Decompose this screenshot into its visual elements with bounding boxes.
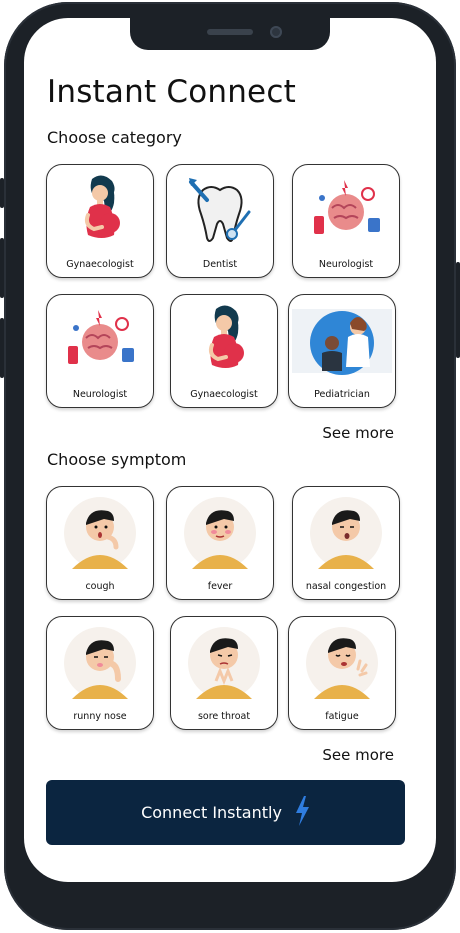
symptom-label: nasal congestion <box>305 581 387 592</box>
volume-up-button <box>0 238 4 298</box>
connect-instantly-label: Connect Instantly <box>141 803 282 822</box>
category-card-pediatrician[interactable]: Pediatrician <box>288 294 396 408</box>
symptom-card-cough[interactable]: cough <box>46 486 154 600</box>
volume-down-button <box>0 318 4 378</box>
symptom-label: fatigue <box>325 711 359 722</box>
lightning-bolt-icon <box>294 795 310 830</box>
pregnant-woman-icon <box>47 171 153 251</box>
fever-person-icon <box>167 493 273 573</box>
category-card-gynaecologist[interactable]: Gynaecologist <box>46 164 154 278</box>
category-card-dentist[interactable]: Dentist <box>166 164 274 278</box>
symptom-card-nasal-congestion[interactable]: nasal congestion <box>292 486 400 600</box>
brain-icon <box>47 301 153 381</box>
symptom-card-sore-throat[interactable]: sore throat <box>170 616 278 730</box>
symptom-card-runny-nose[interactable]: runny nose <box>46 616 154 730</box>
symptom-label: cough <box>85 581 115 592</box>
symptom-label: fever <box>207 581 233 592</box>
connect-instantly-button[interactable]: Connect Instantly <box>46 780 405 845</box>
notch <box>130 18 330 50</box>
tooth-icon <box>167 171 273 251</box>
see-more-categories-link[interactable]: See more <box>322 424 394 442</box>
runny-nose-person-icon <box>47 623 153 703</box>
category-card-gynaecologist[interactable]: Gynaecologist <box>170 294 278 408</box>
screen: Instant Connect Choose category Gynaecol… <box>24 18 436 882</box>
category-label: Neurologist <box>318 259 374 270</box>
symptom-card-fatigue[interactable]: fatigue <box>288 616 396 730</box>
category-label: Dentist <box>202 259 238 270</box>
category-label: Gynaecologist <box>66 259 134 270</box>
brain-icon <box>293 171 399 251</box>
page-title: Instant Connect <box>47 74 296 110</box>
category-card-neurologist[interactable]: Neurologist <box>292 164 400 278</box>
mute-switch <box>0 178 4 208</box>
see-more-symptoms-link[interactable]: See more <box>322 746 394 764</box>
speaker <box>207 29 253 35</box>
cough-person-icon <box>47 493 153 573</box>
symptom-label: runny nose <box>73 711 127 722</box>
category-label: Pediatrician <box>314 389 370 400</box>
category-card-neurologist[interactable]: Neurologist <box>46 294 154 408</box>
sore-throat-person-icon <box>171 623 277 703</box>
category-heading: Choose category <box>47 128 182 147</box>
fatigue-person-icon <box>289 623 395 703</box>
pregnant-woman-icon <box>171 301 277 381</box>
category-label: Gynaecologist <box>190 389 258 400</box>
power-button <box>456 262 460 358</box>
symptom-label: sore throat <box>197 711 251 722</box>
nasal-person-icon <box>293 493 399 573</box>
symptom-card-fever[interactable]: fever <box>166 486 274 600</box>
category-label: Neurologist <box>72 389 128 400</box>
doctor-child-icon <box>289 301 395 381</box>
symptom-heading: Choose symptom <box>47 450 187 469</box>
front-camera <box>270 26 282 38</box>
